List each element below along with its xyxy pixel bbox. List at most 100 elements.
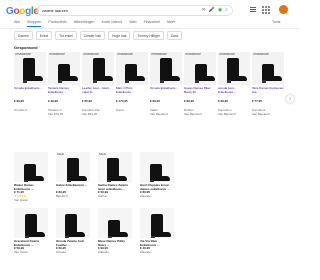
product-image[interactable]: [140, 208, 174, 239]
tab-item[interactable]: Meer: [167, 20, 175, 27]
tab-item[interactable]: Korte video's: [102, 20, 123, 27]
tab-item[interactable]: Web: [129, 20, 136, 27]
product-card[interactable]: UITVERKOOP Tamaris Dames Enkelboots ... € …: [48, 52, 80, 144]
search-icon[interactable]: ⌕: [225, 8, 228, 13]
product-card[interactable]: UITVERKOOP Guess Dames Biker Boots 36 € 89…: [184, 52, 216, 144]
boot-shaft: [227, 58, 239, 78]
product-image[interactable]: [140, 152, 174, 182]
product-title[interactable]: Guess Dames Biker Boots 36: [184, 87, 216, 98]
boot-heel: [160, 80, 164, 83]
product-image[interactable]: [98, 208, 132, 239]
mic-icon[interactable]: 🎤: [209, 8, 215, 13]
store-name: Omoda: [56, 250, 66, 254]
product-card[interactable]: UITVERKOOP Ibiza Dames Kurksenen Hie... € …: [252, 52, 284, 144]
product-title[interactable]: Leather boot - zwart - maat 41: [82, 87, 114, 98]
product-tile[interactable]: Omoda Zwarte Jodi Fouiller ... € 69,95 Omo…: [56, 208, 90, 255]
avatar[interactable]: [279, 5, 288, 14]
boot-shaft: [93, 58, 105, 78]
product-tile[interactable]: SALE Sacha Dames Zwarte leren enkelboots …: [98, 152, 132, 202]
boot-shaft: [25, 214, 37, 235]
boot-heel: [24, 180, 28, 182]
product-image[interactable]: SALE: [98, 152, 132, 182]
sale-badge: UITVERKOOP: [83, 53, 99, 56]
google-logo[interactable]: Google: [6, 6, 39, 17]
product-title[interactable]: Marc O'Polo Enkelboots ...: [116, 87, 148, 98]
product-image[interactable]: UITVERKOOP: [48, 52, 80, 85]
tools-button[interactable]: Tools: [272, 20, 280, 24]
boot-shaft: [107, 158, 119, 178]
filter-chip[interactable]: Zonder hak: [79, 31, 105, 40]
filter-chip[interactable]: Tommy Hilfiger: [133, 31, 164, 40]
product-card[interactable]: UITVERKOOP Leather boot - zwart - maat 41…: [82, 52, 114, 144]
store-name: Zalando: [140, 193, 151, 198]
filter-chip[interactable]: Tot enkel: [55, 31, 77, 40]
product-tile[interactable]: Muse Dames Pikky Daisy ... € 99,95 Zalando: [98, 208, 132, 255]
boot-heel: [67, 180, 71, 182]
product-image[interactable]: [14, 152, 48, 182]
product-subtext: Van Bijenkorf: [252, 111, 270, 116]
store-name: Sacha: [98, 193, 107, 198]
sale-badge: UITVERKOOP: [151, 53, 167, 56]
product-subtext: Van Bijenkorf: [218, 111, 236, 116]
filter-chip[interactable]: Hoge hak: [107, 31, 131, 40]
settings-menu-icon[interactable]: [250, 7, 256, 12]
filter-chip[interactable]: Dames: [14, 31, 33, 40]
filter-chip[interactable]: Zara: [166, 31, 182, 40]
boot-heel: [150, 180, 154, 182]
product-card[interactable]: UITVERKOOP Omoda Enkelboots ... € 69,95 Zaa…: [150, 52, 182, 144]
boot-heel: [108, 236, 112, 239]
product-subtext: Van Bijenkorf: [184, 111, 202, 116]
product-title[interactable]: Tamaris Dames Enkelboots ...: [48, 87, 80, 98]
product-image[interactable]: UITVERKOOP: [116, 52, 148, 85]
product-image[interactable]: [56, 208, 90, 239]
product-image[interactable]: UITVERKOOP: [150, 52, 182, 85]
tab-item[interactable]: Financieel: [144, 20, 160, 27]
product-tile[interactable]: Hush Puppies kroon dames enkelboots ... €…: [140, 152, 174, 202]
boot-heel: [151, 236, 155, 239]
filter-chip[interactable]: Enkel: [35, 31, 53, 40]
product-image[interactable]: UITVERKOOP: [184, 52, 216, 85]
tab-item[interactable]: Productinfo: [48, 20, 66, 27]
product-image[interactable]: UITVERKOOP: [14, 52, 46, 85]
filter-chips: Dames Enkel Tot enkel Zonder hak Hoge hak Tom…: [14, 31, 182, 40]
boot-heel: [227, 80, 231, 83]
boot-heel: [58, 80, 62, 83]
product-tile[interactable]: Graceland Zwarte Enkelboots ... € 59,99 Va…: [14, 208, 48, 255]
product-card[interactable]: UITVERKOOP Omoda Enkelboots ... € 99,95 Omo…: [14, 52, 46, 144]
apps-grid-icon[interactable]: [262, 6, 270, 14]
tab-item[interactable]: Afbeeldingen: [74, 20, 95, 27]
product-title[interactable]: Omoda Enkelboots ...: [14, 87, 46, 98]
sponsored-separator: ·: [38, 45, 41, 50]
product-image[interactable]: UITVERKOOP: [82, 52, 114, 85]
clear-icon[interactable]: ✕: [201, 8, 205, 13]
boot-heel: [107, 180, 111, 182]
store-name: Van Haren: [14, 250, 29, 254]
carousel-next-button[interactable]: ›: [286, 95, 294, 103]
product-price: € 77,95: [252, 99, 263, 103]
sale-badge: UITVERKOOP: [15, 53, 31, 56]
product-image[interactable]: [14, 208, 48, 239]
tab-item[interactable]: Shoppen: [27, 20, 42, 27]
product-card[interactable]: UITVERKOOP Marc O'Polo Enkelboots ... € 17…: [116, 52, 148, 144]
boot-heel: [262, 80, 266, 83]
product-tile[interactable]: Rieker Dames Enkelboots ... € 71,95 ★★★★★ V…: [14, 152, 48, 202]
product-tile[interactable]: SALE Gabor Enkellaarzen ... € 89,95 Bijenko…: [56, 152, 90, 202]
search-bar[interactable]: zwarte laarzen ✕ 🎤 ◉ ⌕: [37, 5, 233, 16]
sponsored-label: Gesponsord: [14, 45, 38, 50]
logo-letter: G: [6, 6, 14, 17]
boot-heel: [65, 236, 69, 239]
product-card[interactable]: UITVERKOOP omoda boot - Enkelboots ... € 9…: [218, 52, 250, 144]
product-price: € 69,95: [150, 99, 161, 103]
product-image[interactable]: UITVERKOOP: [252, 52, 284, 85]
search-input[interactable]: zwarte laarzen: [42, 8, 198, 13]
product-title[interactable]: Ibiza Dames Kurksenen Hie...: [252, 87, 284, 98]
product-image[interactable]: UITVERKOOP: [218, 52, 250, 85]
product-title[interactable]: omoda boot - Enkelboots ...: [218, 87, 250, 98]
product-image[interactable]: SALE: [56, 152, 90, 182]
boot-shaft: [23, 58, 35, 78]
camera-icon[interactable]: ◉: [218, 8, 222, 13]
product-tile[interactable]: Via Via Blue Enkelboots ... € 49,95 Zaland…: [140, 208, 174, 255]
product-price: € 89,95: [184, 99, 195, 103]
tab-item[interactable]: Alle: [14, 20, 20, 27]
product-title[interactable]: Omoda Enkelboots ...: [150, 87, 182, 98]
